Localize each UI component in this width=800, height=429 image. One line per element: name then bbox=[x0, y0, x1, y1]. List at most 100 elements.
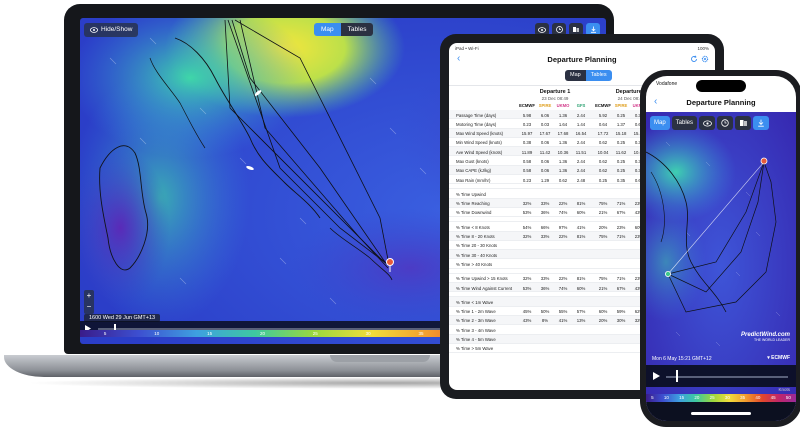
table-cell: 0.58 bbox=[522, 158, 532, 164]
table-cell: 0.25 bbox=[598, 177, 608, 183]
timeline-track[interactable] bbox=[666, 376, 788, 378]
table-cell: 81% bbox=[576, 276, 586, 282]
scale-tick-label: 35 bbox=[740, 395, 746, 400]
model-header-ecmwf: ECMWF bbox=[595, 103, 611, 108]
table-cell: 1.36 bbox=[558, 158, 568, 164]
home-indicator[interactable] bbox=[691, 412, 751, 415]
gear-icon[interactable] bbox=[701, 55, 709, 63]
tab-map[interactable]: Map bbox=[565, 70, 586, 81]
zoom-control[interactable]: + − bbox=[84, 290, 94, 314]
status-left: iPad • Wi-Fi bbox=[455, 46, 479, 51]
layers-icon bbox=[573, 27, 579, 32]
start-marker-icon[interactable] bbox=[760, 157, 768, 165]
hide-show-button[interactable]: Hide/Show bbox=[84, 23, 139, 37]
logo-tagline: THE WORLD LEADER bbox=[754, 338, 790, 342]
table-cell: 43% bbox=[522, 318, 532, 324]
table-cell: 11.62 bbox=[615, 149, 627, 155]
table-cell: 0.64 bbox=[598, 121, 608, 127]
timeline-thumb[interactable] bbox=[676, 370, 678, 382]
eye-toggle-button[interactable] bbox=[699, 116, 716, 130]
view-segmented-control: Map Tables bbox=[314, 23, 374, 36]
table-cell: 2.48 bbox=[576, 177, 586, 183]
tab-tables[interactable]: Tables bbox=[340, 23, 374, 36]
row-label: Min Wind Speed (knots) bbox=[456, 140, 502, 146]
layers-button[interactable] bbox=[735, 116, 752, 130]
table-cell: 0.25 bbox=[616, 140, 626, 146]
table-cell: 1.29 bbox=[540, 177, 550, 183]
model-selector[interactable]: ▾ ECMWF bbox=[767, 355, 790, 361]
scale-tick-label: 20 bbox=[694, 395, 700, 400]
end-marker-icon[interactable] bbox=[664, 270, 671, 277]
refresh-icon[interactable] bbox=[690, 55, 698, 63]
table-cell: 60% bbox=[598, 309, 608, 315]
scale-tick-label: 35 bbox=[418, 331, 424, 336]
download-button[interactable] bbox=[753, 116, 770, 130]
table-cell: 36% bbox=[540, 285, 550, 291]
model-header-gfs: GFS bbox=[576, 103, 586, 108]
table-cell: 0.25 bbox=[616, 112, 626, 118]
table-cell: 15.97 bbox=[521, 131, 533, 137]
scale-tick-label: 45 bbox=[770, 395, 776, 400]
scale-tick-label: 30 bbox=[724, 395, 730, 400]
table-cell: 71% bbox=[616, 276, 626, 282]
table-cell: 0.38 bbox=[522, 140, 532, 146]
clock-button[interactable] bbox=[717, 116, 734, 130]
table-cell: 8% bbox=[541, 318, 549, 324]
zoom-in-icon[interactable]: + bbox=[84, 290, 94, 301]
page-title: Departure Planning bbox=[547, 55, 617, 64]
carrier-label: Vodafone bbox=[656, 81, 678, 87]
hide-show-label: Hide/Show bbox=[101, 26, 133, 33]
table-cell: 0.62 bbox=[558, 177, 568, 183]
table-cell: 0.06 bbox=[540, 158, 550, 164]
tab-map[interactable]: Map bbox=[650, 116, 670, 130]
tab-map[interactable]: Map bbox=[314, 23, 341, 36]
page-title: Departure Planning bbox=[686, 98, 756, 107]
tab-tables[interactable]: Tables bbox=[671, 116, 698, 130]
model-header-spire: SPIRE bbox=[538, 103, 552, 108]
table-cell: 41% bbox=[558, 318, 568, 324]
scale-tick-label: 20 bbox=[259, 331, 265, 336]
table-cell: 60% bbox=[576, 210, 586, 216]
table-cell: 75% bbox=[598, 201, 608, 207]
table-cell: 17.68 bbox=[557, 131, 569, 137]
row-label: % Time Wind Against Current bbox=[456, 285, 513, 291]
table-cell: 22% bbox=[558, 201, 568, 207]
table-cell: 75% bbox=[598, 234, 608, 240]
table-cell: 20% bbox=[598, 318, 608, 324]
row-label: % Time 8 - 20 Knots bbox=[456, 234, 495, 240]
phone-screen: Vodafone ‹ Departure Planning Map Tables… bbox=[646, 76, 796, 421]
tablet-toolbar bbox=[690, 55, 709, 63]
model-header-ukmo: UKMO bbox=[556, 103, 570, 108]
table-cell: 74% bbox=[558, 210, 568, 216]
table-cell: 0.62 bbox=[598, 168, 608, 174]
timeline-bar bbox=[646, 365, 796, 387]
table-cell: 30% bbox=[616, 318, 626, 324]
table-cell: 32% bbox=[522, 201, 532, 207]
table-cell: 10.04 bbox=[597, 149, 609, 155]
row-label: Ave Wind Speed (knots) bbox=[456, 149, 503, 155]
table-cell: 5.98 bbox=[522, 112, 532, 118]
table-cell: 0.25 bbox=[616, 158, 626, 164]
table-cell: 17.67 bbox=[539, 131, 551, 137]
clock-icon bbox=[555, 26, 563, 33]
table-cell: 67% bbox=[616, 210, 626, 216]
tab-tables[interactable]: Tables bbox=[585, 70, 612, 81]
table-cell: 2.44 bbox=[576, 168, 586, 174]
zoom-out-icon[interactable]: − bbox=[84, 301, 94, 312]
row-label: Max Wind Speed (knots) bbox=[456, 131, 504, 137]
table-cell: 0.58 bbox=[522, 168, 532, 174]
laptop-notch bbox=[330, 355, 430, 362]
layers-icon bbox=[739, 120, 747, 126]
table-cell: 33% bbox=[540, 276, 550, 282]
table-cell: 2.44 bbox=[576, 140, 586, 146]
table-cell: 60% bbox=[576, 285, 586, 291]
row-label: % Time Upwind bbox=[456, 191, 486, 197]
clock-icon bbox=[721, 119, 729, 127]
row-label: % Time 2 - 3m Wave bbox=[456, 318, 496, 324]
play-icon[interactable] bbox=[652, 371, 661, 381]
units-label: Knots bbox=[778, 387, 790, 392]
table-cell: 10.36 bbox=[557, 149, 569, 155]
model-header-spire: SPIRE bbox=[614, 103, 628, 108]
row-label: % Time > 5m Wave bbox=[456, 346, 494, 352]
phone-wind-map[interactable]: Map Tables PredictWind.com THE WORLD LEA… bbox=[646, 112, 796, 421]
